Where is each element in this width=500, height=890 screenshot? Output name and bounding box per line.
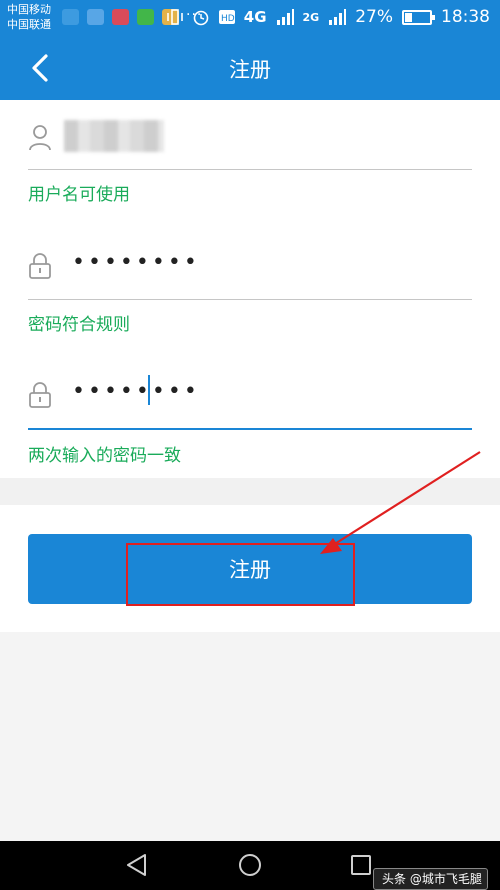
password-underline xyxy=(28,299,472,300)
nav-home-icon[interactable] xyxy=(238,853,262,877)
annotation-highlight-box xyxy=(126,543,355,606)
nav-recent-apps-icon[interactable] xyxy=(351,855,371,875)
alarm-icon xyxy=(193,10,209,26)
lock-icon xyxy=(29,382,51,408)
confirm-password-underline xyxy=(28,428,472,430)
username-blurred-value xyxy=(64,120,164,152)
network-4g: 4G xyxy=(243,8,267,26)
vibrate-icon xyxy=(166,9,183,25)
signal-icon xyxy=(329,9,347,25)
section-divider xyxy=(0,478,500,505)
battery-icon xyxy=(402,9,435,25)
clock: 18:38 xyxy=(441,7,490,27)
notification-icons xyxy=(62,9,179,25)
username-field[interactable] xyxy=(28,114,472,164)
notification-app-icon xyxy=(87,9,104,25)
carrier-1: 中国移动 xyxy=(7,3,51,16)
password-value: •••••••• xyxy=(72,250,200,275)
username-underline xyxy=(28,169,472,170)
password-hint: 密码符合规则 xyxy=(28,315,130,335)
network-2g: 2G xyxy=(302,10,320,24)
user-icon xyxy=(29,125,51,151)
notification-app-icon xyxy=(62,9,79,25)
confirm-password-value: •••••••• xyxy=(72,379,200,404)
username-hint: 用户名可使用 xyxy=(28,185,130,205)
register-form: 用户名可使用 •••••••• 密码符合规则 •••••••• 两次输入的密码一… xyxy=(0,100,500,478)
lock-icon xyxy=(29,253,51,279)
svg-text:HD: HD xyxy=(221,14,235,24)
carrier-info: 中国移动 中国联通 xyxy=(7,2,51,32)
watermark: 头条 @城市飞毛腿 xyxy=(373,868,488,890)
confirm-password-hint: 两次输入的密码一致 xyxy=(28,446,181,466)
password-field[interactable]: •••••••• xyxy=(28,242,472,292)
page-title: 注册 xyxy=(229,58,271,82)
status-bar: 中国移动 中国联通 ··· HD 4G 2G 27% 18:38 xyxy=(0,0,500,36)
notification-app-icon xyxy=(112,9,129,25)
hd-icon: HD xyxy=(218,10,235,24)
carrier-2: 中国联通 xyxy=(7,18,51,31)
signal-icon xyxy=(276,9,294,25)
text-cursor xyxy=(148,375,150,405)
wechat-icon xyxy=(137,9,154,25)
nav-back-icon[interactable] xyxy=(125,853,149,877)
confirm-password-field[interactable]: •••••••• xyxy=(28,371,472,421)
app-bar: 注册 xyxy=(0,36,500,100)
battery-percent: 27% xyxy=(355,7,393,27)
